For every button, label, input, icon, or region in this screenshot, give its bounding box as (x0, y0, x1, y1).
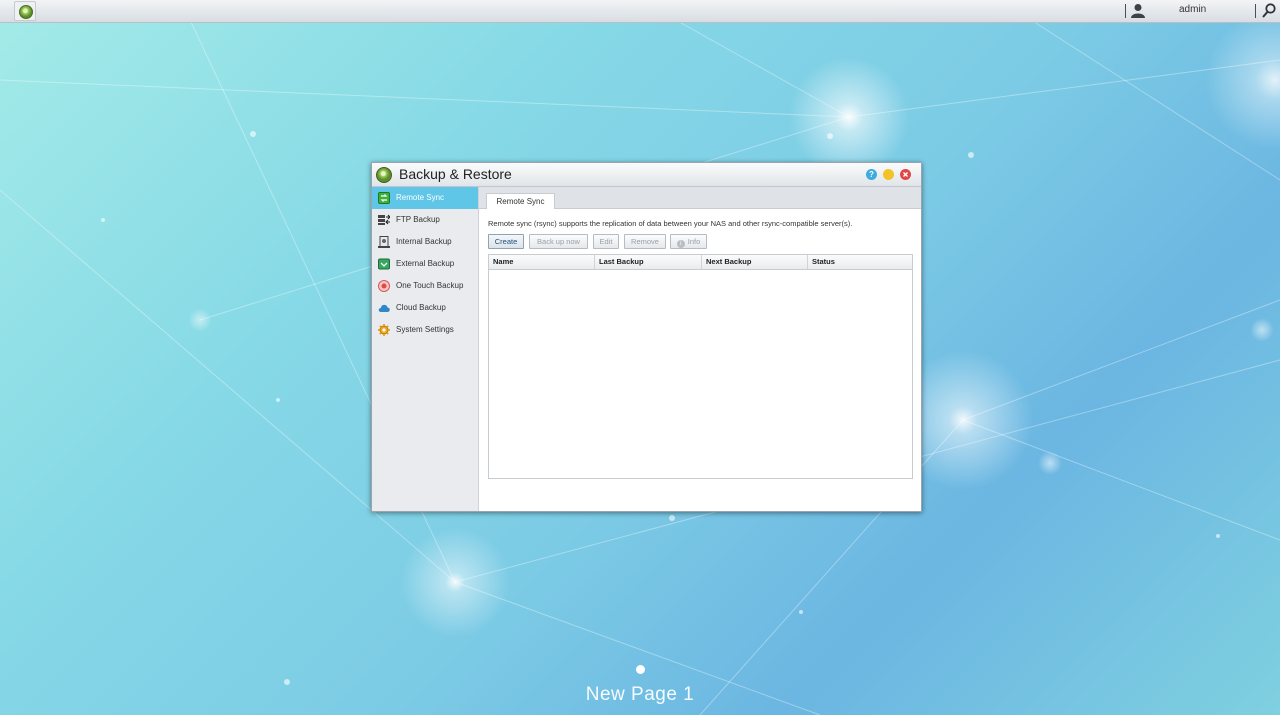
sidebar-item-label: External Backup (396, 259, 455, 268)
internal-backup-icon (378, 236, 390, 248)
close-button[interactable] (900, 169, 911, 180)
sidebar-item-internal-backup[interactable]: Internal Backup (372, 231, 478, 253)
column-header-next-backup[interactable]: Next Backup (702, 255, 808, 269)
backup-restore-app-icon (376, 167, 392, 183)
sidebar-item-remote-sync[interactable]: Remote Sync (372, 187, 478, 209)
backup-jobs-table: Name Last Backup Next Backup Status (488, 254, 913, 479)
info-button-label: Info (687, 237, 701, 246)
column-header-name[interactable]: Name (489, 255, 595, 269)
one-touch-backup-icon (378, 280, 390, 292)
sidebar-item-one-touch-backup[interactable]: One Touch Backup (372, 275, 478, 297)
sidebar-item-label: System Settings (396, 325, 454, 334)
edit-button[interactable]: Edit (593, 234, 619, 249)
separator (1255, 4, 1256, 18)
desktop-page-label: New Page 1 (585, 684, 695, 705)
sidebar-item-label: Internal Backup (396, 237, 452, 246)
sidebar-item-cloud-backup[interactable]: Cloud Backup (372, 297, 478, 319)
app-logo-icon (19, 5, 33, 19)
help-button[interactable]: ? (866, 169, 877, 180)
cloud-backup-icon (378, 304, 390, 312)
external-backup-icon (378, 258, 390, 270)
window-title: Backup & Restore (399, 166, 512, 182)
sidebar-item-external-backup[interactable]: External Backup (372, 253, 478, 275)
system-settings-icon (378, 324, 390, 336)
table-header: Name Last Backup Next Backup Status (489, 255, 912, 270)
main-panel: Remote Sync Remote sync (rsync) supports… (479, 187, 921, 511)
create-button[interactable]: Create (488, 234, 524, 249)
tab-strip: Remote Sync (479, 187, 921, 209)
info-icon: i (676, 240, 685, 248)
sidebar-item-label: FTP Backup (396, 215, 440, 224)
sidebar-item-label: Remote Sync (396, 193, 445, 202)
separator (1125, 4, 1126, 18)
sidebar-item-label: One Touch Backup (396, 281, 464, 290)
backup-restore-window: Backup & Restore ? Remote Sync FTP Backu… (371, 162, 922, 512)
page-indicator-dot[interactable] (636, 665, 645, 674)
info-button[interactable]: i Info (670, 234, 707, 249)
column-header-status[interactable]: Status (808, 255, 912, 269)
sidebar-item-ftp-backup[interactable]: FTP Backup (372, 209, 478, 231)
top-taskbar: admin (0, 0, 1280, 23)
main-menu-button[interactable] (14, 1, 36, 21)
back-up-now-button[interactable]: Back up now (529, 234, 588, 249)
minimize-button[interactable] (883, 169, 894, 180)
sidebar: Remote Sync FTP Backup Internal Backup E… (372, 187, 479, 511)
sidebar-item-label: Cloud Backup (396, 303, 446, 312)
user-icon[interactable] (1131, 3, 1145, 18)
ftp-backup-icon (378, 214, 390, 225)
remote-sync-icon (378, 192, 390, 204)
window-titlebar[interactable]: Backup & Restore ? (372, 163, 921, 187)
user-name-label[interactable]: admin (1179, 4, 1206, 15)
search-icon[interactable] (1262, 3, 1276, 18)
sidebar-item-system-settings[interactable]: System Settings (372, 319, 478, 341)
remove-button[interactable]: Remove (624, 234, 666, 249)
tab-remote-sync[interactable]: Remote Sync (486, 193, 555, 209)
close-icon (903, 172, 908, 177)
description-text: Remote sync (rsync) supports the replica… (488, 219, 853, 228)
column-header-last-backup[interactable]: Last Backup (595, 255, 702, 269)
